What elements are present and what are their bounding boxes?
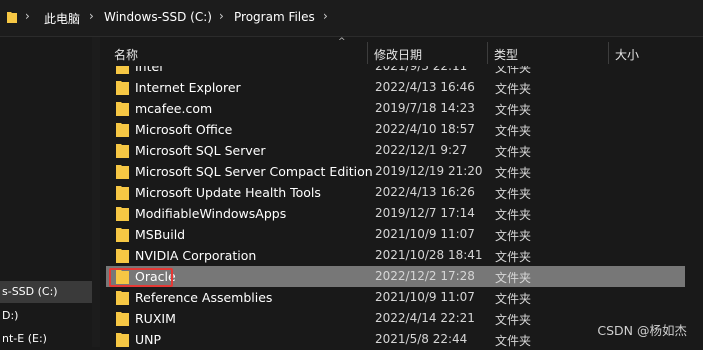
file-type: 文件夹 [495,124,532,138]
file-type: 文件夹 [495,145,532,159]
file-modified-date: 2021/10/9 11:07 [375,227,475,241]
folder-icon [116,144,129,158]
column-name[interactable]: 名称 [114,46,138,63]
column-header: ^ 名称 修改日期 类型 大小 [106,37,703,66]
file-type: 文件夹 [495,313,532,327]
nav-item-c-drive[interactable]: s-SSD (C:) [0,281,94,303]
folder-icon [116,333,129,347]
file-type: 文件夹 [495,82,532,96]
file-type: 文件夹 [495,250,532,264]
file-name[interactable]: Intel [135,66,163,74]
file-name[interactable]: Microsoft Office [135,122,232,137]
folder-icon [116,207,129,221]
file-name[interactable]: NVIDIA Corporation [135,248,256,263]
column-type[interactable]: 类型 [494,46,518,63]
column-divider[interactable] [487,42,488,64]
folder-icon [116,249,129,263]
chevron-right-icon[interactable]: › [25,9,30,23]
file-name[interactable]: MSBuild [135,227,185,242]
file-row[interactable]: ModifiableWindowsApps 2019/12/7 17:14 文件夹 [106,203,685,224]
file-modified-date: 2022/4/13 16:46 [375,80,475,94]
nav-scrollbar[interactable] [92,37,100,347]
chevron-right-icon[interactable]: › [89,9,94,23]
file-type: 文件夹 [495,271,532,285]
watermark: CSDN @杨如杰 [597,323,687,338]
folder-icon [116,102,129,116]
file-name[interactable]: Internet Explorer [135,80,241,95]
folder-icon [116,165,129,179]
file-row[interactable]: Reference Assemblies 2021/10/9 11:07 文件夹 [106,287,685,308]
file-type: 文件夹 [495,292,532,306]
annotation-highlight-box [109,268,173,287]
file-name[interactable]: mcafee.com [135,101,212,116]
file-modified-date: 2019/7/18 14:23 [375,101,475,115]
file-row[interactable]: MSBuild 2021/10/9 11:07 文件夹 [106,224,685,245]
file-list: Intel 2021/9/3 22:11 文件夹 Internet Explorer 2… [106,66,703,347]
file-row[interactable]: Microsoft SQL Server 2022/12/1 9:27 文件夹 [106,140,685,161]
file-row[interactable]: Intel 2021/9/3 22:11 文件夹 [106,66,685,77]
nav-item-d-drive[interactable]: D:) [0,305,94,327]
file-type: 文件夹 [495,166,532,180]
file-modified-date: 2022/4/13 16:26 [375,185,475,199]
sort-up-icon: ^ [338,37,346,47]
file-type: 文件夹 [495,229,532,243]
folder-icon [116,228,129,242]
file-row[interactable]: Oracle 2022/12/2 17:28 文件夹 [106,266,685,287]
file-type: 文件夹 [495,187,532,201]
folder-icon [116,312,129,326]
file-modified-date: 2019/12/19 21:20 [375,164,483,178]
file-modified-date: 2019/12/7 17:14 [375,206,475,220]
file-modified-date: 2022/12/1 9:27 [375,143,468,157]
file-row[interactable]: mcafee.com 2019/7/18 14:23 文件夹 [106,98,685,119]
file-row[interactable]: Microsoft Update Health Tools 2022/4/13 1… [106,182,685,203]
file-type: 文件夹 [495,66,532,75]
file-type: 文件夹 [495,103,532,117]
file-modified-date: 2021/9/3 22:11 [375,66,468,73]
folder-icon [7,12,17,23]
chevron-right-icon[interactable]: › [323,9,328,23]
file-modified-date: 2022/4/10 18:57 [375,122,475,136]
folder-icon [116,291,129,305]
file-row[interactable]: Microsoft SQL Server Compact Edition 2019… [106,161,685,182]
file-modified-date: 2021/5/8 22:44 [375,332,468,346]
breadcrumb-this-pc[interactable]: 此电脑 [44,10,80,27]
column-divider[interactable] [367,42,368,64]
column-divider[interactable] [608,42,609,64]
breadcrumb-program-files[interactable]: Program Files [234,10,315,24]
file-modified-date: 2022/12/2 17:28 [375,269,475,283]
file-row[interactable]: Internet Explorer 2022/4/13 16:46 文件夹 [106,77,685,98]
file-row[interactable]: NVIDIA Corporation 2021/10/28 18:41 文件夹 [106,245,685,266]
file-name[interactable]: Microsoft SQL Server Compact Edition [135,164,373,179]
column-size[interactable]: 大小 [615,46,639,63]
breadcrumb-drive[interactable]: Windows-SSD (C:) [104,10,212,24]
chevron-right-icon[interactable]: › [219,9,224,23]
file-modified-date: 2022/4/14 22:21 [375,311,475,325]
file-name[interactable]: Microsoft Update Health Tools [135,185,321,200]
file-name[interactable]: RUXIM [135,311,176,326]
file-modified-date: 2021/10/28 18:41 [375,248,483,262]
file-name[interactable]: UNP [135,332,161,347]
folder-icon [116,66,129,74]
navigation-pane: s-SSD (C:) D:) nt-E (E:) [0,37,102,347]
file-row[interactable]: Microsoft Office 2022/4/10 18:57 文件夹 [106,119,685,140]
folder-icon [116,186,129,200]
column-modified[interactable]: 修改日期 [374,46,422,63]
folder-icon [116,81,129,95]
address-bar[interactable]: › 此电脑 › Windows-SSD (C:) › Program Files… [0,0,703,37]
file-modified-date: 2021/10/9 11:07 [375,290,475,304]
file-type: 文件夹 [495,208,532,222]
file-name[interactable]: ModifiableWindowsApps [135,206,286,221]
list-scrollbar[interactable] [688,66,703,347]
file-name[interactable]: Reference Assemblies [135,290,272,305]
file-type: 文件夹 [495,334,532,347]
folder-icon [116,123,129,137]
file-name[interactable]: Microsoft SQL Server [135,143,266,158]
